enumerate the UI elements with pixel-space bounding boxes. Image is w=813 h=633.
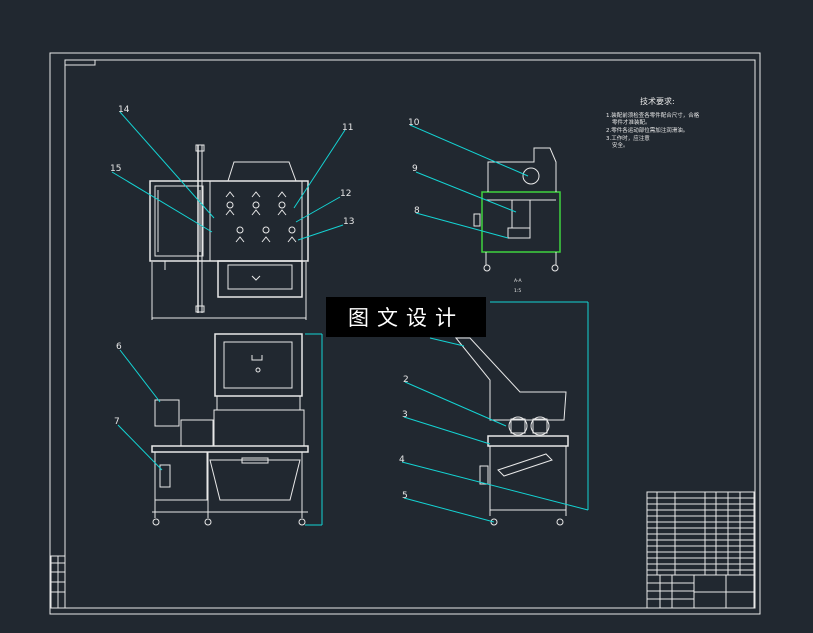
left-title-strip xyxy=(50,555,66,609)
callout-2: 2 xyxy=(403,375,409,385)
hopper-view xyxy=(454,337,569,526)
side-view: A-A 1:5 xyxy=(473,147,561,294)
svg-text:技术要求:: 技术要求: xyxy=(640,96,675,106)
callout-10: 10 xyxy=(408,118,420,128)
callout-9: 9 xyxy=(412,164,418,174)
callout-15: 15 xyxy=(110,164,121,174)
svg-text:1:5: 1:5 xyxy=(514,288,521,294)
front-view xyxy=(151,333,323,526)
title-block xyxy=(646,491,755,609)
watermark-badge: 图文设计 xyxy=(326,297,486,337)
callout-11: 11 xyxy=(342,123,353,133)
svg-text:2.零件各运动部位需加注润滑油。: 2.零件各运动部位需加注润滑油。 xyxy=(606,126,688,134)
callout-8: 8 xyxy=(414,206,420,216)
callout-3: 3 xyxy=(402,410,408,420)
svg-text:零件才准装配。: 零件才准装配。 xyxy=(612,118,651,126)
callout-4: 4 xyxy=(399,455,405,465)
callout-12: 12 xyxy=(340,189,351,199)
callout-13: 13 xyxy=(343,217,354,227)
callout-7: 7 xyxy=(114,417,120,427)
front-section-view xyxy=(149,144,309,320)
svg-text:A-A: A-A xyxy=(514,278,523,284)
callout-14: 14 xyxy=(118,105,130,115)
svg-text:3.工作时，应注意: 3.工作时，应注意 xyxy=(606,134,650,142)
svg-text:安全。: 安全。 xyxy=(612,141,629,149)
technical-notes: 技术要求: 1.装配前须检查各零件配合尺寸，合格 零件才准装配。 2.零件各运动… xyxy=(606,96,700,149)
corner-tab xyxy=(64,59,96,66)
callout-5: 5 xyxy=(402,491,408,501)
svg-text:1.装配前须检查各零件配合尺寸，合格: 1.装配前须检查各零件配合尺寸，合格 xyxy=(606,111,700,119)
callout-6: 6 xyxy=(116,342,122,352)
